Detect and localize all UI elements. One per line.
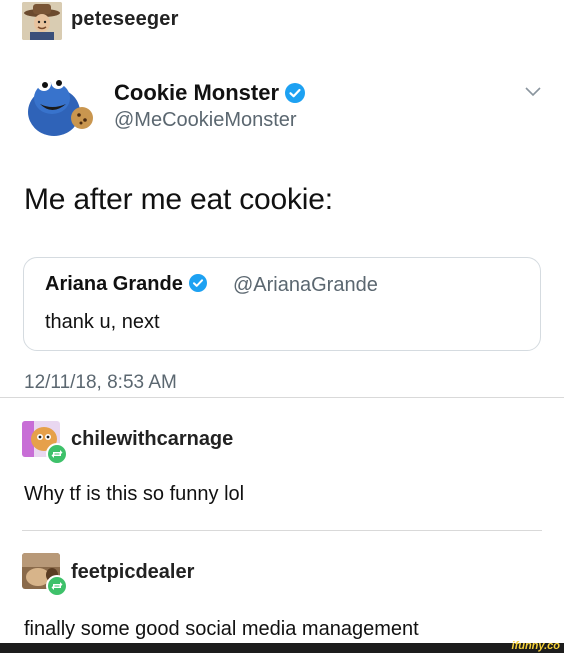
verified-badge-icon <box>285 83 306 103</box>
tweet-author-name[interactable]: Cookie Monster <box>114 80 306 106</box>
tweet-timestamp[interactable]: 12/11/18, 8:53 AM <box>24 372 177 394</box>
reblog-icon <box>46 575 68 597</box>
tweet-author-handle[interactable]: @MeCookieMonster <box>114 109 297 132</box>
reblog-arrows-icon <box>51 582 63 590</box>
ifunny-watermark: ifunny.co <box>511 640 560 652</box>
chevron-down-icon[interactable] <box>524 86 542 98</box>
verified-badge-icon <box>188 274 207 292</box>
quoted-tweet-text: thank u, next <box>45 311 160 333</box>
watermark-bar <box>0 643 564 653</box>
poster-avatar[interactable] <box>22 2 62 40</box>
reblog-comment: finally some good social media managemen… <box>24 618 419 640</box>
divider <box>0 397 564 398</box>
cookie-monster-image <box>24 70 98 140</box>
reblog-arrows-icon <box>51 450 63 458</box>
quoted-author-handle[interactable]: @ArianaGrande <box>233 274 378 297</box>
poster-username[interactable]: peteseeger <box>71 8 179 31</box>
tweet-author-name-text[interactable]: Cookie Monster <box>114 80 279 105</box>
cowboy-avatar-image <box>22 2 62 40</box>
reblogger-username[interactable]: chilewithcarnage <box>71 428 233 451</box>
quoted-author-name[interactable]: Ariana Grande <box>45 273 207 296</box>
cookie-monster-avatar[interactable] <box>24 70 98 140</box>
reblogger-username[interactable]: feetpicdealer <box>71 561 194 584</box>
quoted-tweet-card[interactable] <box>23 257 541 351</box>
quoted-author-name-text[interactable]: Ariana Grande <box>45 273 183 295</box>
tweet-text: Me after me eat cookie: <box>24 183 333 216</box>
reblog-icon <box>46 443 68 465</box>
reblog-comment: Why tf is this so funny lol <box>24 483 245 505</box>
divider <box>22 530 542 531</box>
